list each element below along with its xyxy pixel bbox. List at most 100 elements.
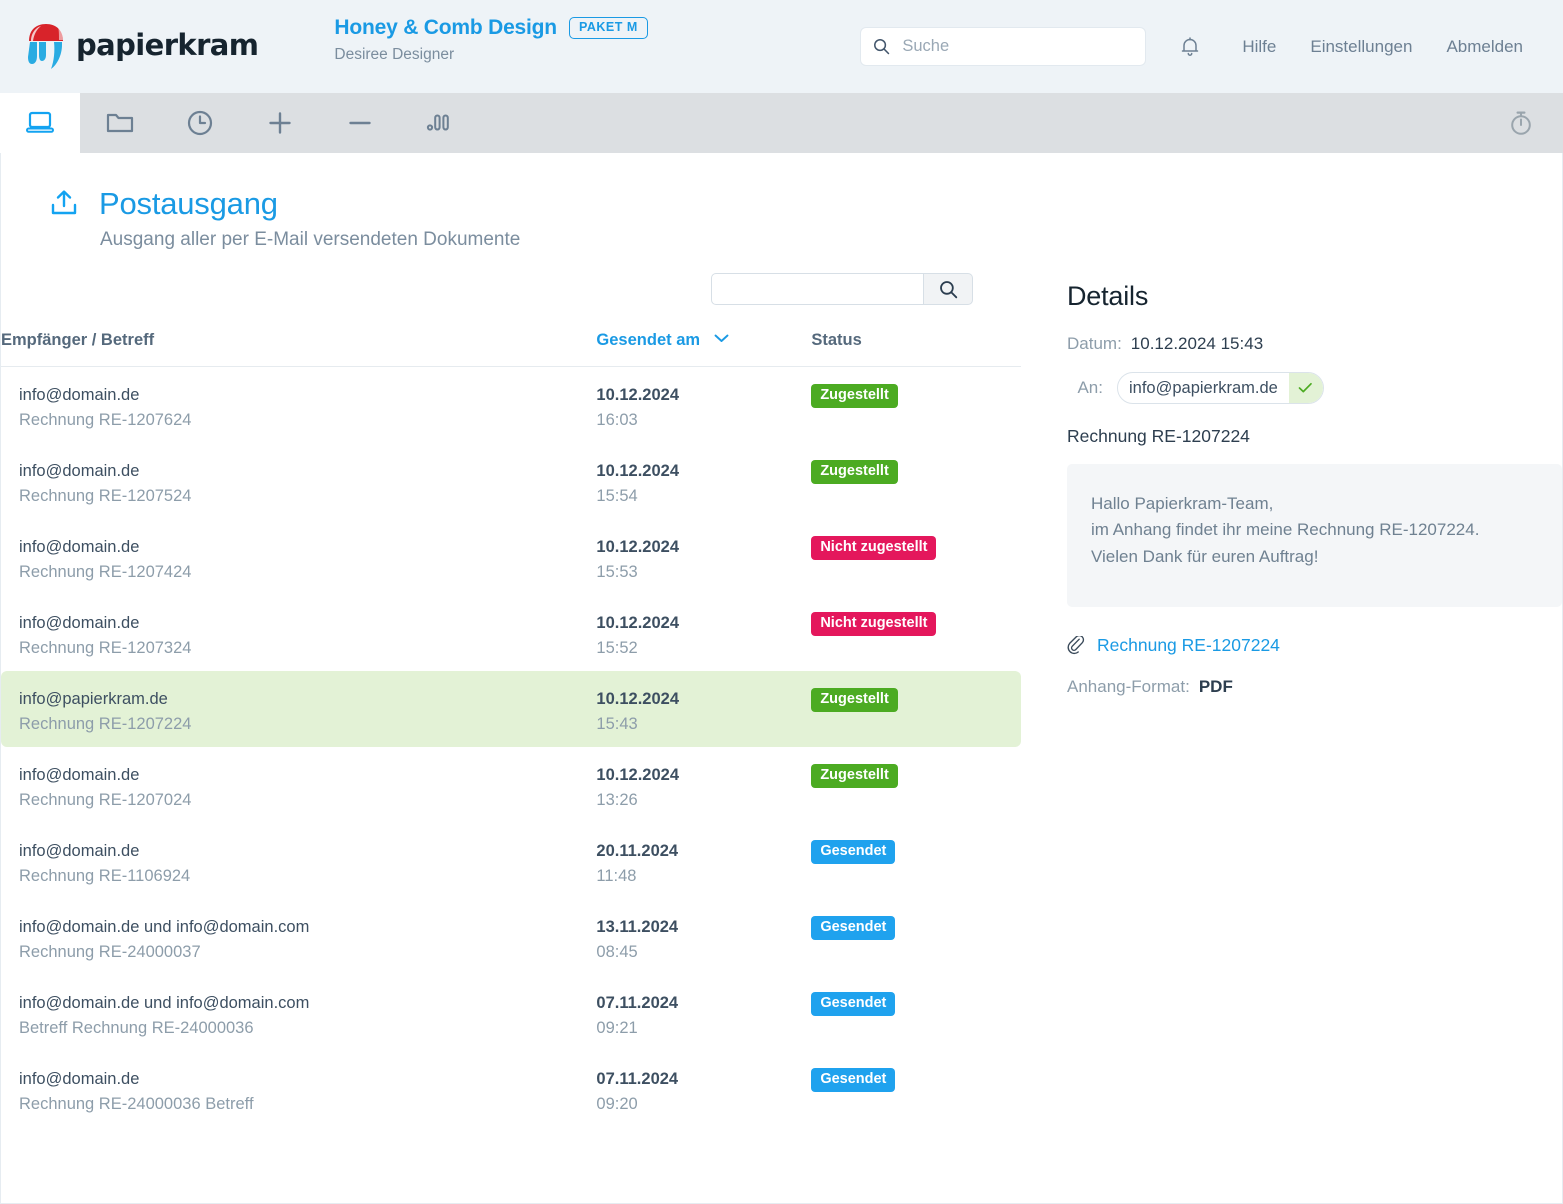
- row-time: 15:52: [596, 639, 638, 658]
- table-row[interactable]: info@papierkram.de Rechnung RE-1207224 10.…: [1, 671, 1021, 747]
- details-date-value: 10.12.2024 15:43: [1130, 334, 1264, 353]
- table-row[interactable]: info@domain.de Rechnung RE-1106924 20.11.2…: [1, 823, 1021, 899]
- row-subject: Rechnung RE-1106924: [19, 867, 191, 886]
- company-name[interactable]: Honey & Comb Design: [334, 16, 557, 40]
- status-badge: Gesendet: [811, 1068, 896, 1092]
- attachment-format-value: PDF: [1198, 677, 1233, 696]
- status-badge: Zugestellt: [811, 688, 898, 712]
- toolbar-item-time-tracking[interactable]: [160, 93, 240, 153]
- row-time: 08:45: [596, 943, 638, 962]
- search-icon: [939, 280, 957, 298]
- column-header-status[interactable]: Status: [811, 331, 1021, 367]
- message-line: im Anhang findet ihr meine Rechnung RE-1…: [1091, 520, 1480, 540]
- table-row[interactable]: info@domain.de Rechnung RE-1207624 10.12.2…: [1, 367, 1021, 444]
- toolbar-item-documents[interactable]: [80, 93, 160, 153]
- table-row[interactable]: info@domain.de und info@domain.com Betref…: [1, 975, 1021, 1051]
- message-line: Hallo Papierkram-Team,: [1091, 494, 1274, 513]
- nav-settings[interactable]: Einstellungen: [1310, 37, 1412, 57]
- row-subject: Rechnung RE-1207024: [19, 791, 192, 810]
- content-columns: Empfänger / Betreff Gesendet am Status i…: [1, 273, 1562, 1127]
- row-subject: Rechnung RE-24000036 Betreff: [19, 1095, 254, 1114]
- page-header: Postausgang Ausgang aller per E-Mail ver…: [1, 153, 1562, 251]
- table-row[interactable]: info@domain.de Rechnung RE-1207324 10.12.2…: [1, 595, 1021, 671]
- cell-status: Nicht zugestellt: [811, 519, 1021, 595]
- table-search-button[interactable]: [924, 273, 973, 305]
- row-date: 10.12.2024: [596, 386, 680, 404]
- search-icon: [874, 39, 890, 55]
- logo-wordmark: papierkram: [76, 28, 259, 62]
- row-date: 10.12.2024: [596, 614, 680, 632]
- table-row[interactable]: info@domain.de und info@domain.com Rechnu…: [1, 899, 1021, 975]
- cell-recipient: info@domain.de Rechnung RE-1207324: [1, 595, 596, 671]
- attachment-format-label: Anhang-Format:: [1067, 677, 1190, 696]
- stopwatch-icon: [1511, 111, 1531, 135]
- row-date: 10.12.2024: [596, 690, 680, 708]
- check-icon: [1288, 373, 1323, 403]
- recipient-chip[interactable]: info@papierkram.de: [1117, 372, 1324, 404]
- papierkram-logo-icon: [28, 24, 63, 69]
- table-row[interactable]: info@domain.de Rechnung RE-24000036 Betre…: [1, 1051, 1021, 1127]
- details-recipient-row: An: info@papierkram.de: [1067, 372, 1562, 404]
- nav-logout[interactable]: Abmelden: [1446, 37, 1523, 57]
- row-subject: Rechnung RE-1207224: [19, 715, 192, 734]
- attachment-link[interactable]: Rechnung RE-1207224: [1097, 635, 1280, 656]
- outbox-upload-icon: [51, 190, 77, 215]
- message-line: Vielen Dank für euren Auftrag!: [1091, 546, 1319, 566]
- header-actions: Hilfe Einstellungen Abmelden: [860, 27, 1563, 66]
- app-header: papierkram Honey & Comb Design PAKET M D…: [0, 0, 1563, 93]
- cell-status: Gesendet: [811, 899, 1021, 975]
- cell-sent-at: 10.12.2024 13:26: [596, 747, 811, 823]
- table-search[interactable]: [711, 273, 973, 305]
- toolbar-item-expenses[interactable]: [320, 93, 400, 153]
- module-toolbar: [0, 93, 1563, 153]
- row-date: 10.12.2024: [596, 766, 680, 784]
- table-search-input[interactable]: [711, 273, 924, 305]
- toolbar-item-timer[interactable]: [1479, 93, 1563, 153]
- details-date-row: Datum: 10.12.2024 15:43: [1067, 334, 1562, 354]
- row-subject: Betreff Rechnung RE-24000036: [19, 1019, 254, 1038]
- row-date: 07.11.2024: [596, 994, 679, 1012]
- row-date: 13.11.2024: [596, 918, 679, 936]
- table-body: info@domain.de Rechnung RE-1207624 10.12.2…: [1, 367, 1021, 1128]
- row-recipient: info@domain.de: [19, 842, 140, 860]
- table-row[interactable]: info@domain.de Rechnung RE-1207024 10.12.2…: [1, 747, 1021, 823]
- row-recipient: info@domain.de: [19, 614, 140, 632]
- cell-sent-at: 10.12.2024 15:52: [596, 595, 811, 671]
- cell-sent-at: 20.11.2024 11:48: [596, 823, 811, 899]
- notifications-button[interactable]: [1172, 29, 1208, 65]
- global-search[interactable]: [860, 27, 1147, 66]
- toolbar-item-reports[interactable]: [400, 93, 480, 153]
- global-search-input[interactable]: [900, 36, 1125, 57]
- status-badge: Zugestellt: [811, 764, 898, 788]
- cell-recipient: info@domain.de Rechnung RE-1207624: [1, 367, 596, 444]
- table-row[interactable]: info@domain.de Rechnung RE-1207424 10.12.2…: [1, 519, 1021, 595]
- status-badge: Zugestellt: [811, 384, 898, 408]
- app-logo[interactable]: papierkram: [18, 17, 259, 73]
- plan-badge: PAKET M: [568, 17, 648, 39]
- toolbar-item-income[interactable]: [240, 93, 320, 153]
- cell-status: Zugestellt: [811, 443, 1021, 519]
- check-icon-glyph: [1298, 382, 1313, 393]
- paperclip-icon: [1067, 635, 1085, 654]
- details-attachment-row[interactable]: Rechnung RE-1207224: [1067, 635, 1562, 656]
- cell-status: Gesendet: [811, 975, 1021, 1051]
- cell-recipient: info@domain.de Rechnung RE-24000036 Betre…: [1, 1051, 596, 1127]
- details-format-row: Anhang-Format: PDF: [1067, 677, 1562, 697]
- status-badge: Gesendet: [811, 992, 896, 1016]
- column-header-sent-at[interactable]: Gesendet am: [596, 331, 812, 367]
- folder-icon: [106, 113, 134, 133]
- cell-recipient: info@papierkram.de Rechnung RE-1207224: [1, 671, 597, 747]
- row-time: 11:48: [596, 867, 637, 886]
- row-date: 10.12.2024: [596, 538, 680, 556]
- row-recipient: info@papierkram.de: [19, 690, 168, 708]
- cell-status: Zugestellt: [811, 747, 1021, 823]
- status-badge: Gesendet: [811, 840, 896, 864]
- column-header-recipient[interactable]: Empfänger / Betreff: [1, 331, 597, 367]
- cell-sent-at: 10.12.2024 15:43: [596, 671, 812, 747]
- user-name: Desiree Designer: [334, 46, 455, 63]
- toolbar-item-dashboard[interactable]: [0, 93, 80, 153]
- row-subject: Rechnung RE-1207524: [19, 487, 192, 506]
- nav-help[interactable]: Hilfe: [1242, 37, 1276, 57]
- table-row[interactable]: info@domain.de Rechnung RE-1207524 10.12.2…: [1, 443, 1021, 519]
- row-time: 15:54: [596, 487, 638, 506]
